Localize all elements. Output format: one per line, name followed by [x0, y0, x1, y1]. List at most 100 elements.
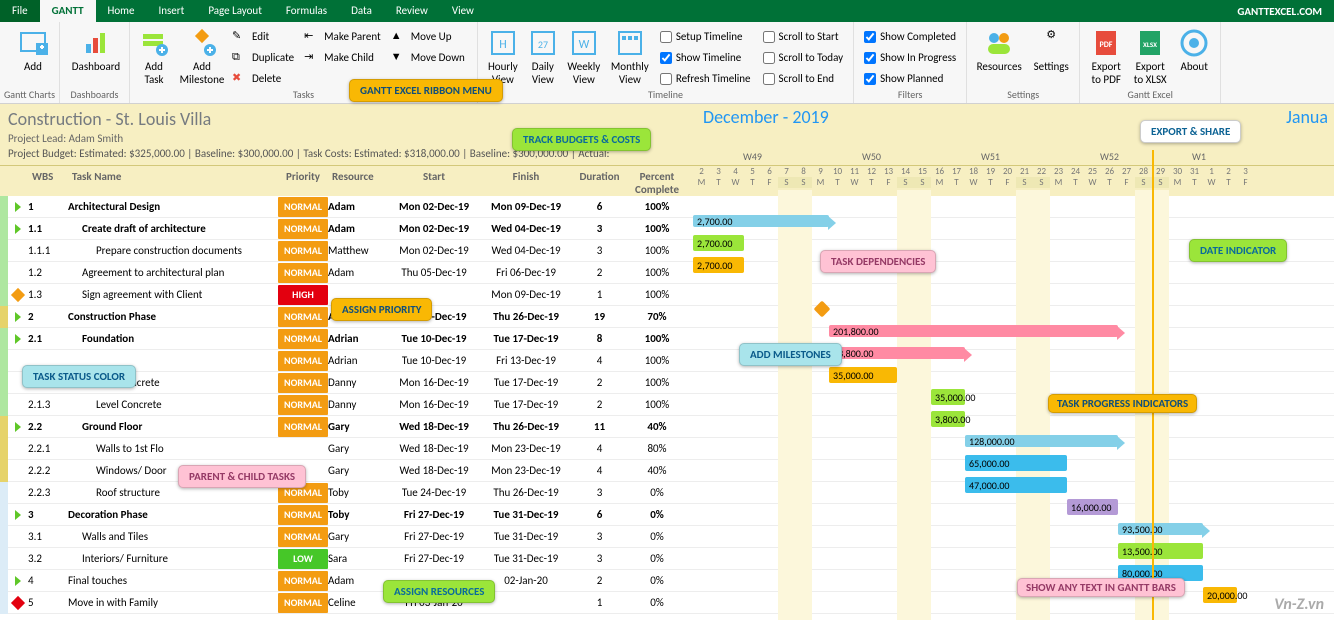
daily-view-button[interactable]: 27Daily View [524, 24, 562, 90]
gantt-bar[interactable]: 35,000.00 [829, 367, 897, 383]
weekly-view-button[interactable]: WWeekly View [562, 24, 606, 90]
day-of-week: S [1033, 177, 1050, 188]
scroll-today[interactable]: Scroll to Today [757, 47, 850, 68]
cell-resource: Toby [328, 508, 388, 521]
menu-insert[interactable]: Insert [146, 0, 196, 22]
edit-button[interactable]: ✎Edit [230, 26, 302, 47]
gantt-bar[interactable]: 93,500.00 [1118, 523, 1203, 535]
gantt-bar[interactable]: 65,000.00 [965, 455, 1067, 471]
cell-percent: 0% [627, 486, 687, 499]
expand-icon[interactable] [15, 224, 21, 234]
export-pdf-button[interactable]: PDFExport to PDF [1084, 24, 1128, 90]
add-task-button[interactable]: Add Task [134, 24, 174, 90]
day-num: 2 [693, 166, 710, 177]
move-down-button[interactable]: ▼Move Down [389, 47, 473, 68]
show-timeline[interactable]: Show Timeline [654, 47, 757, 68]
col-priority[interactable]: Priority [278, 166, 328, 196]
day-num: 20 [999, 166, 1016, 177]
day-of-week: T [982, 177, 999, 188]
cell-start: Wed 18-Dec-19 [388, 464, 480, 477]
day-num: 26 [1101, 166, 1118, 177]
show-planned[interactable]: Show Planned [858, 68, 962, 89]
gantt-bar[interactable]: 2,700.00 [693, 257, 744, 273]
cell-task: Interiors/ Furniture [68, 552, 278, 565]
menu-home[interactable]: Home [96, 0, 147, 22]
gantt-bar[interactable]: 3,800.00 [931, 411, 965, 427]
col-duration[interactable]: Duration [572, 166, 627, 196]
settings-button[interactable]: ⚙Settings [1027, 24, 1075, 77]
duplicate-button[interactable]: ⧉Duplicate [230, 47, 302, 68]
pencil-icon: ✎ [232, 29, 248, 45]
menu-bar: File GANTT Home Insert Page Layout Formu… [0, 0, 1334, 22]
cell-wbs: 2.2.3 [28, 486, 68, 499]
export-xlsx-button[interactable]: XLSXExport to XLSX [1128, 24, 1172, 90]
cell-resource: Gary [328, 420, 388, 433]
col-percent[interactable]: Percent Complete [627, 166, 687, 196]
gantt-bar[interactable]: 2,700.00 [693, 215, 829, 227]
gantt-bar[interactable]: 13,500.00 [1118, 543, 1203, 559]
expand-icon[interactable] [15, 202, 21, 212]
day-num: 25 [1084, 166, 1101, 177]
menu-gantt[interactable]: GANTT [40, 0, 96, 22]
day-num: 14 [897, 166, 914, 177]
col-resource[interactable]: Resource [328, 166, 388, 196]
menu-data[interactable]: Data [339, 0, 384, 22]
day-num: 6 [761, 166, 778, 177]
move-up-button[interactable]: ▲Move Up [389, 26, 473, 47]
col-wbs[interactable]: WBS [28, 166, 68, 196]
resources-button[interactable]: Resources [971, 24, 1027, 77]
menu-formulas[interactable]: Formulas [274, 0, 339, 22]
expand-icon[interactable] [15, 422, 21, 432]
cell-task: Decoration Phase [68, 508, 278, 521]
cell-percent: 0% [627, 552, 687, 565]
gantt-bar[interactable]: 2,700.00 [693, 235, 744, 251]
add-milestone-button[interactable]: Add Milestone [174, 24, 230, 90]
cell-start: Mon 02-Dec-19 [388, 244, 480, 257]
gantt-bar[interactable]: 35,000.00 [931, 389, 965, 405]
monthly-view-button[interactable]: Monthly View [606, 24, 654, 90]
gantt-bar[interactable] [814, 301, 831, 318]
day-of-week: M [1050, 177, 1067, 188]
expand-icon[interactable] [15, 576, 21, 586]
gantt-bar[interactable]: 20,000.00 [1203, 587, 1237, 603]
add-button[interactable]: Add [4, 24, 62, 77]
show-in-progress[interactable]: Show In Progress [858, 47, 962, 68]
delete-button[interactable]: ✖Delete [230, 68, 302, 89]
make-child-button[interactable]: ⇥Make Child [302, 47, 389, 68]
refresh-timeline[interactable]: Refresh Timeline [654, 68, 757, 89]
menu-view[interactable]: View [440, 0, 486, 22]
dashboard-button[interactable]: Dashboard [64, 24, 128, 77]
setup-timeline[interactable]: Setup Timeline [654, 26, 757, 47]
day-num: 5 [744, 166, 761, 177]
svg-text:XLSX: XLSX [1143, 40, 1157, 49]
day-num: 13 [880, 166, 897, 177]
cell-resource: Adrian [328, 332, 388, 345]
cell-start: Tue 24-Dec-19 [388, 486, 480, 499]
gantt-bar[interactable]: 73,800.00 [829, 347, 965, 359]
callout-add-milestones: ADD MILESTONES [739, 343, 842, 366]
col-finish[interactable]: Finish [480, 166, 572, 196]
gantt-bar[interactable]: 128,000.00 [965, 435, 1118, 447]
show-completed[interactable]: Show Completed [858, 26, 962, 47]
menu-review[interactable]: Review [384, 0, 440, 22]
col-task[interactable]: Task Name [68, 166, 278, 196]
make-parent-button[interactable]: ⇤Make Parent [302, 26, 389, 47]
about-button[interactable]: About [1172, 24, 1216, 90]
expand-icon[interactable] [15, 334, 21, 344]
scroll-start[interactable]: Scroll to Start [757, 26, 850, 47]
col-start[interactable]: Start [388, 166, 480, 196]
svg-text:27: 27 [538, 38, 548, 51]
menu-page-layout[interactable]: Page Layout [196, 0, 274, 22]
cell-wbs: 1.1.1 [28, 244, 68, 257]
day-of-week: W [1203, 177, 1220, 188]
priority-badge: NORMAL [278, 197, 328, 217]
gantt-bar[interactable]: 47,000.00 [965, 477, 1067, 493]
menu-file[interactable]: File [0, 0, 40, 22]
gantt-bar[interactable]: 16,000.00 [1067, 499, 1118, 515]
expand-icon[interactable] [15, 510, 21, 520]
watermark: Vn-Z.vn [1274, 595, 1324, 614]
gantt-bar[interactable]: 201,800.00 [829, 325, 1118, 337]
scroll-end[interactable]: Scroll to End [757, 68, 850, 89]
expand-icon[interactable] [15, 312, 21, 322]
cell-resource: Matthew [328, 244, 388, 257]
